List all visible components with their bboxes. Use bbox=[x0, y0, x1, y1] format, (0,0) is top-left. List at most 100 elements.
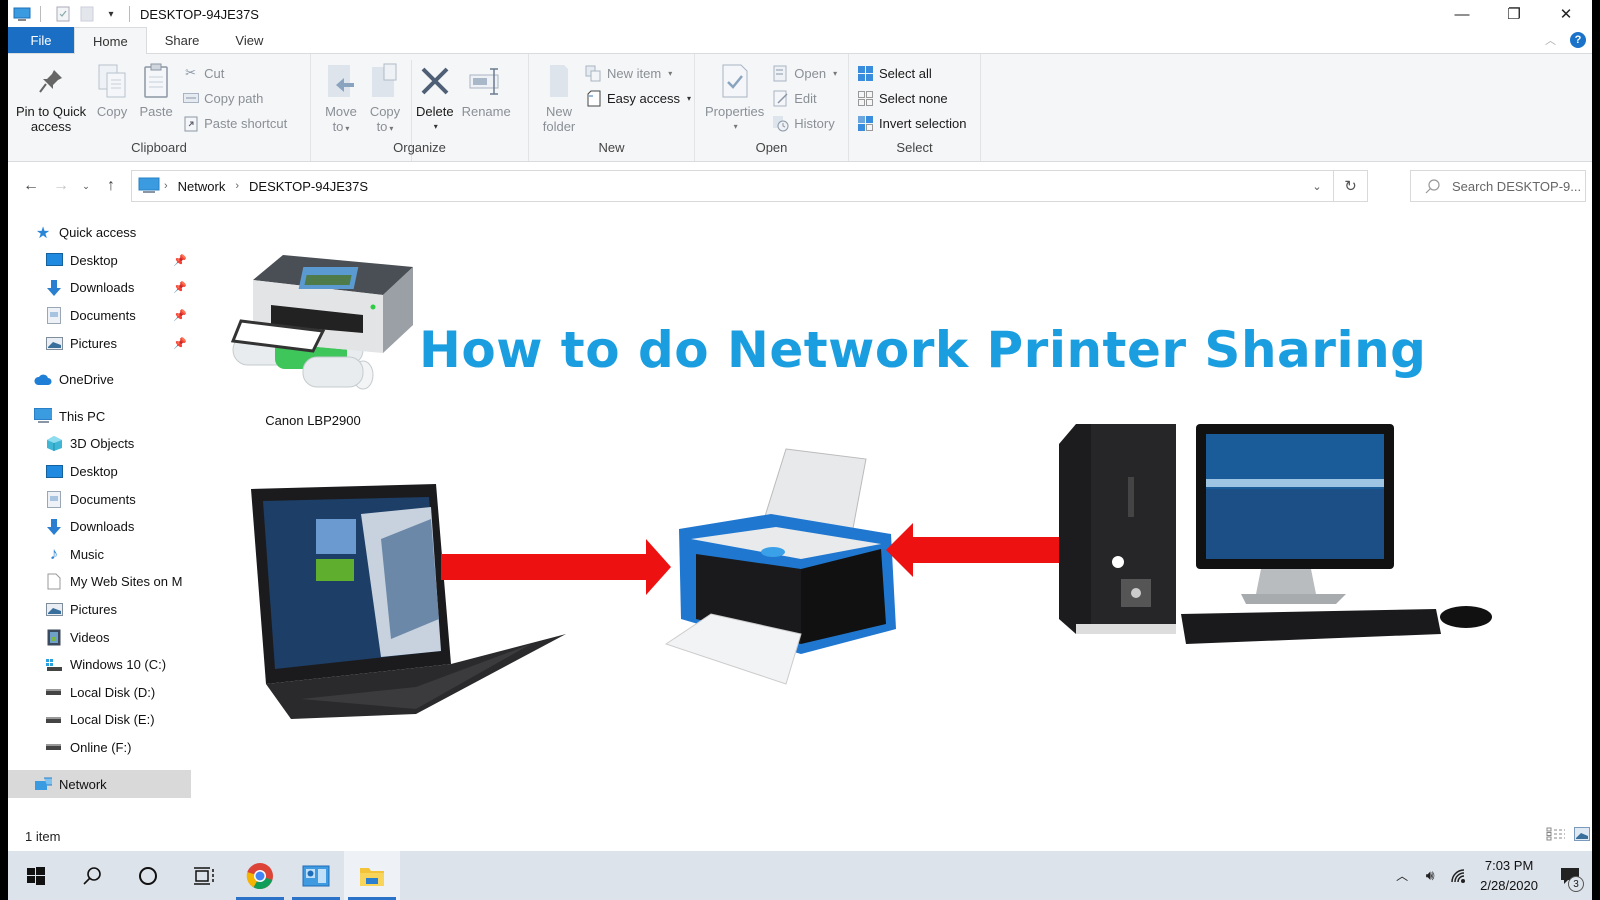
nav-pictures[interactable]: Pictures bbox=[8, 596, 191, 624]
nav-network[interactable]: Network bbox=[8, 770, 191, 799]
quick-access-toolbar-separator bbox=[40, 6, 41, 22]
clipboard-group: Pin to Quick access Copy Paste ✂ Cut Cop… bbox=[8, 54, 311, 161]
action-center-button[interactable]: 3 bbox=[1548, 851, 1592, 900]
nav-onedrive[interactable]: OneDrive bbox=[8, 366, 191, 394]
file-explorer-taskbar-button[interactable] bbox=[344, 851, 400, 900]
chrome-taskbar-button[interactable] bbox=[232, 851, 288, 900]
nav-label: OneDrive bbox=[59, 372, 114, 388]
laptop-illustration bbox=[251, 484, 566, 719]
help-button[interactable]: ? bbox=[1570, 32, 1586, 48]
organize-group-label: Organize bbox=[393, 140, 446, 155]
copy-path-button[interactable]: Copy path bbox=[178, 87, 291, 109]
pin-icon[interactable]: 📌 bbox=[173, 281, 187, 294]
delete-dropdown-icon[interactable]: ▾ bbox=[434, 119, 438, 134]
nav-label: Documents bbox=[70, 308, 136, 324]
nav-qa-desktop[interactable]: Desktop 📌 bbox=[8, 247, 191, 275]
easy-access-button[interactable]: Easy access ▾ bbox=[581, 87, 695, 109]
overlay-headline: How to do Network Printer Sharing bbox=[419, 321, 1427, 379]
pictures-icon bbox=[45, 601, 63, 619]
properties-quick-icon[interactable] bbox=[53, 6, 73, 22]
open-button[interactable]: Open ▾ bbox=[768, 62, 841, 84]
task-view-button[interactable] bbox=[176, 851, 232, 900]
search-input[interactable] bbox=[1452, 178, 1582, 194]
nav-drive-c[interactable]: Windows 10 (C:) bbox=[8, 651, 191, 679]
tab-view[interactable]: View bbox=[217, 27, 281, 53]
pin-icon[interactable]: 📌 bbox=[173, 337, 187, 350]
nav-documents[interactable]: Documents bbox=[8, 485, 191, 513]
minimize-button[interactable]: — bbox=[1436, 0, 1488, 28]
nav-qa-pictures[interactable]: Pictures 📌 bbox=[8, 329, 191, 357]
invert-selection-button[interactable]: Invert selection bbox=[853, 112, 970, 134]
new-item-button[interactable]: New item ▾ bbox=[581, 62, 695, 84]
show-hidden-icons-button[interactable]: ︿ bbox=[1388, 851, 1416, 900]
back-button[interactable]: ← bbox=[16, 171, 46, 201]
nav-drive-f[interactable]: Online (F:) bbox=[8, 734, 191, 762]
cortana-icon bbox=[139, 866, 157, 885]
pin-icon[interactable]: 📌 bbox=[173, 254, 187, 267]
nav-my-web-sites[interactable]: My Web Sites on M bbox=[8, 568, 191, 596]
details-view-button[interactable] bbox=[1546, 827, 1566, 841]
customize-toolbar-icon[interactable]: ▾ bbox=[101, 6, 121, 22]
3d-objects-icon bbox=[45, 435, 63, 453]
select-all-button[interactable]: Select all bbox=[853, 62, 970, 84]
nav-qa-documents[interactable]: Documents 📌 bbox=[8, 302, 191, 330]
nav-drive-e[interactable]: Local Disk (E:) bbox=[8, 706, 191, 734]
tab-file[interactable]: File bbox=[8, 27, 74, 53]
taskbar: ︿ 🔊︎ 7:03 PM 2/28/2020 3 bbox=[8, 851, 1592, 900]
breadcrumb-separator: › bbox=[235, 180, 240, 192]
paste-shortcut-button[interactable]: Paste shortcut bbox=[178, 112, 291, 134]
file-item-printer[interactable]: Canon LBP2900 bbox=[213, 245, 413, 428]
breadcrumb-network[interactable]: Network bbox=[172, 179, 232, 194]
select-none-button[interactable]: Select none bbox=[853, 87, 970, 109]
address-bar[interactable]: › Network › DESKTOP-94JE37S ⌄ ↻ bbox=[131, 170, 1368, 202]
taskbar-clock[interactable]: 7:03 PM 2/28/2020 bbox=[1472, 856, 1548, 896]
nav-quick-access[interactable]: ★ Quick access bbox=[8, 219, 191, 247]
volume-icon[interactable]: 🔊︎ bbox=[1416, 851, 1444, 900]
refresh-button[interactable]: ↻ bbox=[1333, 171, 1367, 201]
edit-button[interactable]: Edit bbox=[768, 87, 841, 109]
pictures-icon bbox=[45, 334, 63, 352]
tab-share[interactable]: Share bbox=[147, 27, 218, 53]
nav-downloads[interactable]: Downloads bbox=[8, 513, 191, 541]
search-box[interactable] bbox=[1410, 170, 1586, 202]
desktop-icon bbox=[45, 251, 63, 269]
address-history-dropdown[interactable]: ⌄ bbox=[1301, 171, 1333, 201]
control-panel-taskbar-button[interactable] bbox=[288, 851, 344, 900]
nav-music[interactable]: ♪ Music bbox=[8, 541, 191, 569]
nav-desktop[interactable]: Desktop bbox=[8, 458, 191, 486]
windows-start-icon bbox=[27, 866, 45, 885]
up-button[interactable]: ↑ bbox=[96, 171, 126, 201]
new-folder-icon bbox=[541, 62, 577, 100]
network-status-icon[interactable] bbox=[1444, 851, 1472, 900]
restore-button[interactable]: ❐ bbox=[1488, 0, 1540, 28]
nav-drive-d[interactable]: Local Disk (D:) bbox=[8, 679, 191, 707]
nav-3d-objects[interactable]: 3D Objects bbox=[8, 430, 191, 458]
close-button[interactable]: ✕ bbox=[1540, 0, 1592, 28]
desktop-tower-illustration bbox=[1059, 424, 1176, 634]
file-explorer-icon bbox=[360, 867, 384, 886]
new-folder-quick-icon[interactable] bbox=[77, 6, 97, 22]
cut-button[interactable]: ✂ Cut bbox=[178, 62, 291, 84]
invert-selection-icon bbox=[857, 115, 874, 132]
edit-label: Edit bbox=[794, 90, 817, 106]
start-button[interactable] bbox=[8, 851, 64, 900]
pin-icon[interactable]: 📌 bbox=[173, 309, 187, 322]
forward-button[interactable]: → bbox=[46, 171, 76, 201]
nav-videos[interactable]: Videos bbox=[8, 623, 191, 651]
notification-count-badge: 3 bbox=[1568, 876, 1584, 892]
system-drive-icon bbox=[45, 656, 63, 674]
nav-this-pc[interactable]: This PC bbox=[8, 403, 191, 431]
breadcrumb-desktop[interactable]: DESKTOP-94JE37S bbox=[243, 179, 374, 194]
select-all-icon bbox=[857, 65, 874, 82]
history-button[interactable]: History bbox=[768, 112, 841, 134]
tab-home[interactable]: Home bbox=[74, 27, 147, 54]
documents-icon bbox=[45, 490, 63, 508]
this-pc-app-icon[interactable] bbox=[12, 6, 32, 22]
organize-group: Move to ▾ Copy to ▾ Delete ▾ Rename Orga… bbox=[311, 54, 529, 161]
nav-qa-downloads[interactable]: Downloads 📌 bbox=[8, 274, 191, 302]
cortana-button[interactable] bbox=[120, 851, 176, 900]
taskbar-search-button[interactable] bbox=[64, 851, 120, 900]
large-icons-view-button[interactable] bbox=[1574, 827, 1590, 841]
recent-locations-button[interactable]: ⌄ bbox=[76, 171, 96, 201]
collapse-ribbon-icon[interactable]: ︿ bbox=[1545, 32, 1556, 48]
